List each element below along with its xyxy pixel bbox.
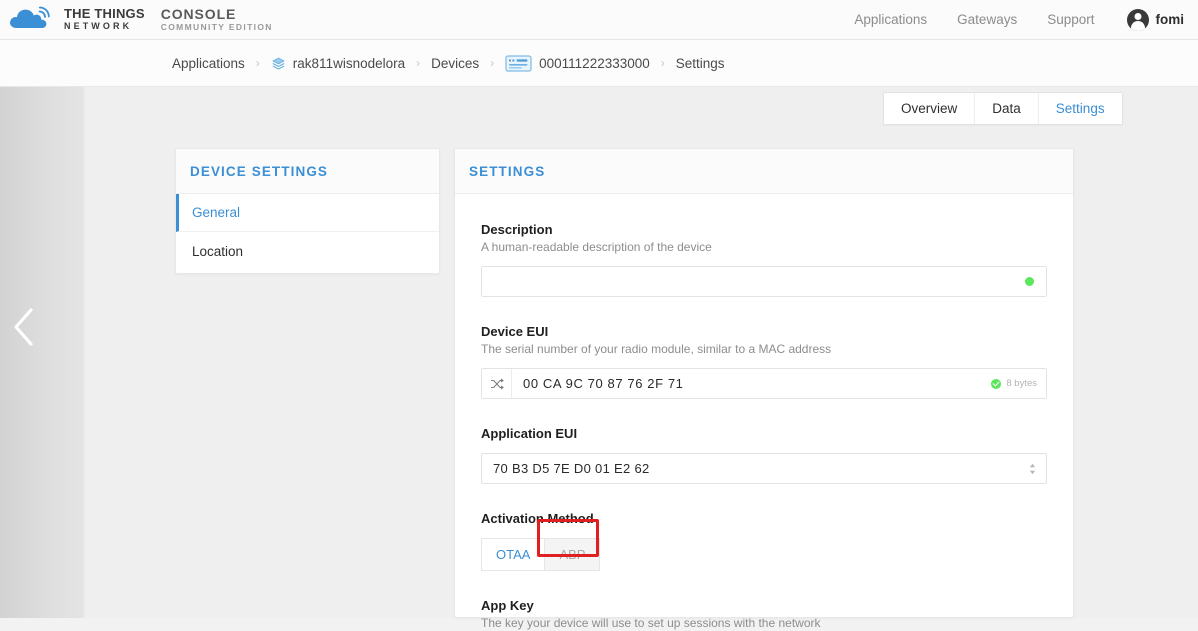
console-line-2: COMMUNITY EDITION [160,21,273,32]
device-eui-label: Device EUI [481,324,549,339]
nav-gateways[interactable]: Gateways [957,12,1017,27]
field-app-key: App Key The key your device will use to … [481,597,1047,631]
tab-overview[interactable]: Overview [884,93,976,124]
application-eui-label: Application EUI [481,426,578,441]
field-activation-method: Activation Method OTAA ABP [481,510,1047,571]
app-key-label: App Key [481,598,534,613]
activation-option-otaa[interactable]: OTAA [481,538,545,571]
breadcrumb-label: Applications [172,55,245,71]
shuffle-icon[interactable] [482,369,512,398]
brand-line-1: THE THINGS [64,6,145,21]
breadcrumb-label: rak811wisnodelora [292,55,406,71]
user-menu[interactable]: fomi [1126,8,1185,31]
description-input-row [481,266,1047,297]
top-navigation: Applications Gateways Support fomi [824,8,1198,31]
breadcrumb-item-devices[interactable]: Devices [431,56,479,71]
settings-title: SETTINGS [469,163,546,179]
field-device-eui: Device EUI The serial number of your rad… [481,323,1047,399]
top-header-bar: THE THINGS NETWORK CONSOLE COMMUNITY EDI… [0,0,1198,40]
device-eui-input-row: 00 CA 9C 70 87 76 2F 71 8 bytes [481,368,1047,399]
description-hint: A human-readable description of the devi… [481,240,712,254]
breadcrumb-label: Devices [431,55,480,71]
activation-method-toggle: OTAA ABP [481,538,1047,571]
breadcrumb-item-device[interactable]: 000111222333000 [505,54,650,73]
sidebar-item-general[interactable]: General [176,194,439,232]
field-description: Description A human-readable description… [481,221,1047,297]
brand-logo[interactable]: THE THINGS NETWORK CONSOLE COMMUNITY EDI… [0,5,273,35]
chevron-left-icon [10,308,38,353]
field-application-eui: Application EUI 70 B3 D5 7E D0 01 E2 62 [481,425,1047,484]
brand-line-2: NETWORK [64,21,133,31]
app-key-hint: The key your device will use to set up s… [481,616,821,630]
brand-ttn-text: THE THINGS NETWORK [64,7,145,32]
breadcrumb: Applications › rak811wisnodelora › Devic… [0,54,725,73]
breadcrumb-label: 000111222333000 [539,55,650,71]
byte-count-label: 8 bytes [1006,378,1037,389]
settings-header: SETTINGS [455,149,1073,194]
back-button[interactable] [10,305,38,349]
application-eui-value: 70 B3 D5 7E D0 01 E2 62 [493,461,650,476]
brand-console-text: CONSOLE COMMUNITY EDITION [161,7,273,33]
device-settings-title: DEVICE SETTINGS [190,163,329,179]
device-eui-value[interactable]: 00 CA 9C 70 87 76 2F 71 [512,369,991,398]
device-settings-header: DEVICE SETTINGS [176,149,439,194]
device-eui-byte-status: 8 bytes [991,378,1037,389]
device-eui-hint: The serial number of your radio module, … [481,342,832,356]
settings-panel: SETTINGS Description A human-readable de… [454,148,1074,630]
breadcrumb-separator: › [416,56,421,70]
nav-support[interactable]: Support [1047,12,1094,27]
activation-method-label: Activation Method [481,511,594,526]
breadcrumb-separator: › [660,56,665,70]
sidebar-item-label: General [192,205,241,220]
green-dot-icon [1025,277,1034,286]
user-name: fomi [1155,12,1185,27]
description-input[interactable] [482,267,1025,296]
nav-applications[interactable]: Applications [854,12,927,27]
breadcrumb-bar: Applications › rak811wisnodelora › Devic… [0,40,1198,87]
green-check-icon [991,378,1002,389]
settings-form: Description A human-readable description… [455,194,1073,631]
sidebar-item-location[interactable]: Location [176,232,439,270]
console-line-1: CONSOLE [160,5,237,22]
breadcrumb-item-application[interactable]: rak811wisnodelora [271,56,405,71]
user-avatar-icon [1126,8,1149,31]
breadcrumb-label: Settings [675,55,725,71]
application-eui-select[interactable]: 70 B3 D5 7E D0 01 E2 62 [481,453,1047,484]
breadcrumb-separator: › [490,56,495,70]
device-tabs: Overview Data Settings [883,92,1123,125]
device-settings-panel: DEVICE SETTINGS General Location [175,148,440,274]
chevron-updown-icon [1028,462,1037,476]
tab-data[interactable]: Data [975,93,1039,124]
application-stack-icon [271,56,286,71]
description-label: Description [481,222,553,237]
breadcrumb-item-settings[interactable]: Settings [676,56,725,71]
ttn-cloud-icon [8,5,56,35]
tab-settings[interactable]: Settings [1038,93,1122,124]
breadcrumb-item-applications[interactable]: Applications [172,56,245,71]
breadcrumb-separator: › [255,56,260,70]
activation-option-abp[interactable]: ABP [544,538,601,571]
device-card-icon [505,54,532,73]
sidebar-item-label: Location [192,243,244,259]
